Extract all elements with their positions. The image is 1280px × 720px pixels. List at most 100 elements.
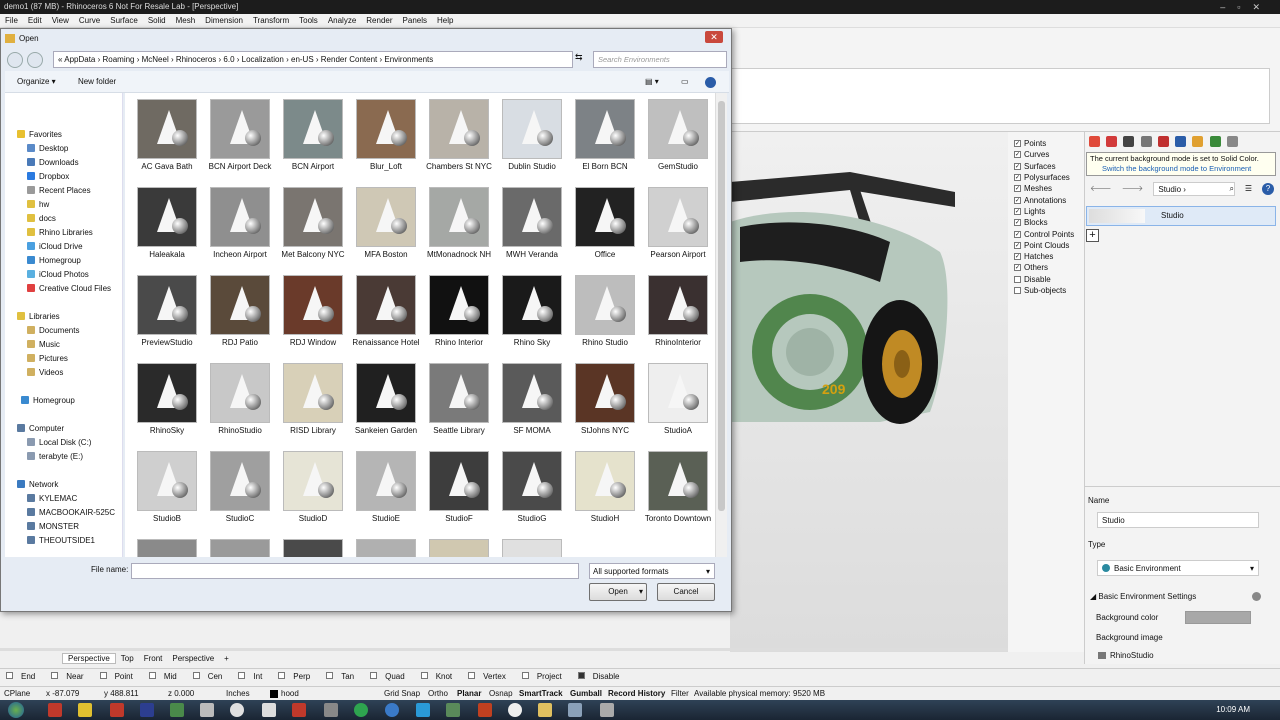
more-icon[interactable]: [1226, 136, 1238, 147]
filter-item[interactable]: ✓ Surfaces: [1008, 161, 1084, 172]
planar-toggle[interactable]: Planar: [457, 687, 481, 701]
nav-item[interactable]: Rhino Libraries: [27, 226, 93, 238]
name-field[interactable]: Studio: [1097, 512, 1259, 528]
osnap-option[interactable]: Int: [238, 672, 270, 681]
osnap-checkbox[interactable]: [577, 672, 585, 679]
command-history[interactable]: [730, 68, 1270, 124]
file-tile[interactable]: StudioF: [423, 451, 495, 524]
filter-item[interactable]: ✓ Others: [1008, 262, 1084, 273]
filter-checkbox[interactable]: ✓: [1014, 241, 1021, 249]
menu-item[interactable]: File: [5, 16, 18, 25]
breadcrumb[interactable]: « AppData › Roaming › McNeel › Rhinocero…: [53, 51, 573, 68]
menu-item[interactable]: Transform: [253, 16, 289, 25]
file-tile[interactable]: Dublin Studio: [496, 99, 568, 172]
nav-item[interactable]: Desktop: [27, 142, 68, 154]
nav-item[interactable]: Documents: [27, 324, 79, 336]
file-tile[interactable]: Blur_Loft: [350, 99, 422, 172]
filter-item[interactable]: ✓ Hatches: [1008, 251, 1084, 262]
file-tile[interactable]: Sankeien Garden: [350, 363, 422, 436]
chevron-down-icon[interactable]: ▾: [639, 584, 643, 600]
osnap-option[interactable]: Perp: [278, 672, 318, 681]
background-color-swatch[interactable]: [1185, 611, 1251, 624]
environment-list-item[interactable]: Studio: [1086, 206, 1276, 226]
osnap-option[interactable]: Quad: [370, 672, 413, 681]
menu-icon[interactable]: ☰: [1245, 180, 1252, 198]
osnap-option[interactable]: Vertex: [468, 672, 514, 681]
nav-item[interactable]: Local Disk (C:): [27, 436, 91, 448]
render-icon[interactable]: [1209, 136, 1221, 147]
filter-checkbox[interactable]: [1014, 287, 1021, 294]
file-tile[interactable]: Haleakala: [131, 187, 203, 260]
nav-item[interactable]: THEOUTSIDE1: [27, 534, 95, 546]
nav-item[interactable]: docs: [27, 212, 56, 224]
osnap-checkbox[interactable]: [192, 672, 200, 679]
filter-checkbox[interactable]: ✓: [1014, 196, 1021, 204]
filter-item[interactable]: Disable: [1008, 274, 1084, 285]
new-folder-button[interactable]: New folder: [78, 77, 116, 86]
nav-item[interactable]: Creative Cloud Files: [27, 282, 111, 294]
file-tile[interactable]: StudioE: [350, 451, 422, 524]
nav-item[interactable]: hw: [27, 198, 49, 210]
app-icon[interactable]: [48, 703, 62, 717]
file-tile[interactable]: Incheon Airport: [204, 187, 276, 260]
file-tile[interactable]: PreviewStudio: [131, 275, 203, 348]
osnap-checkbox[interactable]: [370, 672, 378, 679]
display-icon[interactable]: [1123, 136, 1135, 147]
environment-thumbnail[interactable]: [502, 539, 562, 557]
osnap-checkbox[interactable]: [278, 672, 286, 679]
viewport-tab[interactable]: Front: [139, 654, 168, 663]
app-icon[interactable]: [354, 703, 368, 717]
osnap-option[interactable]: Point: [99, 672, 141, 681]
organize-button[interactable]: Organize ▾: [17, 77, 56, 86]
file-tile[interactable]: Met Balcony NYC: [277, 187, 349, 260]
osnap-option[interactable]: Tan: [326, 672, 362, 681]
file-type-select[interactable]: All supported formats ▾: [589, 563, 715, 579]
filter-toggle[interactable]: Filter: [671, 687, 689, 701]
perspective-viewport[interactable]: 209: [730, 132, 1008, 652]
filter-item[interactable]: ✓ Meshes: [1008, 183, 1084, 194]
osnap-checkbox[interactable]: [238, 672, 246, 679]
file-tile[interactable]: Toronto Downtown: [642, 451, 714, 524]
app-icon[interactable]: [110, 703, 124, 717]
app-icon[interactable]: [385, 703, 399, 717]
app-icon[interactable]: [78, 703, 92, 717]
osnap-checkbox[interactable]: [521, 672, 529, 679]
current-layer[interactable]: hood: [270, 687, 299, 701]
file-tile[interactable]: StudioG: [496, 451, 568, 524]
app-icon[interactable]: [140, 703, 154, 717]
type-select[interactable]: Basic Environment ▾: [1097, 560, 1259, 576]
osnap-option[interactable]: Mid: [148, 672, 185, 681]
menu-item[interactable]: Render: [366, 16, 392, 25]
materials-icon[interactable]: [1089, 136, 1100, 147]
filter-item[interactable]: ✓ Point Clouds: [1008, 240, 1084, 251]
app-icon[interactable]: [416, 703, 430, 717]
filter-item[interactable]: ✓ Polysurfaces: [1008, 172, 1084, 183]
filter-checkbox[interactable]: ✓: [1014, 174, 1021, 182]
file-tile[interactable]: RDJ Window: [277, 275, 349, 348]
search-icon[interactable]: ⌕: [1230, 180, 1234, 198]
background-image-value[interactable]: RhinoStudio: [1098, 651, 1154, 660]
file-tile[interactable]: RDJ Patio: [204, 275, 276, 348]
file-tile[interactable]: Chambers St NYC: [423, 99, 495, 172]
file-tile[interactable]: GemStudio: [642, 99, 714, 172]
record-history-toggle[interactable]: Record History: [608, 687, 665, 701]
osnap-option[interactable]: Near: [51, 672, 91, 681]
filter-item[interactable]: ✓ Blocks: [1008, 217, 1084, 228]
add-environment-button[interactable]: +: [1086, 229, 1099, 242]
app-icon[interactable]: [200, 703, 214, 717]
menu-item[interactable]: Analyze: [328, 16, 356, 25]
properties-icon[interactable]: [1140, 136, 1152, 147]
file-tile[interactable]: MFA Boston: [350, 187, 422, 260]
file-name-input[interactable]: [131, 563, 579, 579]
filter-item[interactable]: ✓ Points: [1008, 138, 1084, 149]
app-icon[interactable]: [170, 703, 184, 717]
layers-icon[interactable]: [1157, 136, 1169, 147]
file-tile[interactable]: Renaissance Hotel: [350, 275, 422, 348]
app-icon[interactable]: [478, 703, 492, 717]
open-button[interactable]: Open ▾: [589, 583, 647, 601]
osnap-option[interactable]: Knot: [420, 672, 460, 681]
viewport-tab[interactable]: Perspective: [167, 654, 219, 663]
osnap-option[interactable]: End: [6, 672, 43, 681]
filter-item[interactable]: Sub-objects: [1008, 285, 1084, 296]
menu-item[interactable]: Curve: [79, 16, 100, 25]
